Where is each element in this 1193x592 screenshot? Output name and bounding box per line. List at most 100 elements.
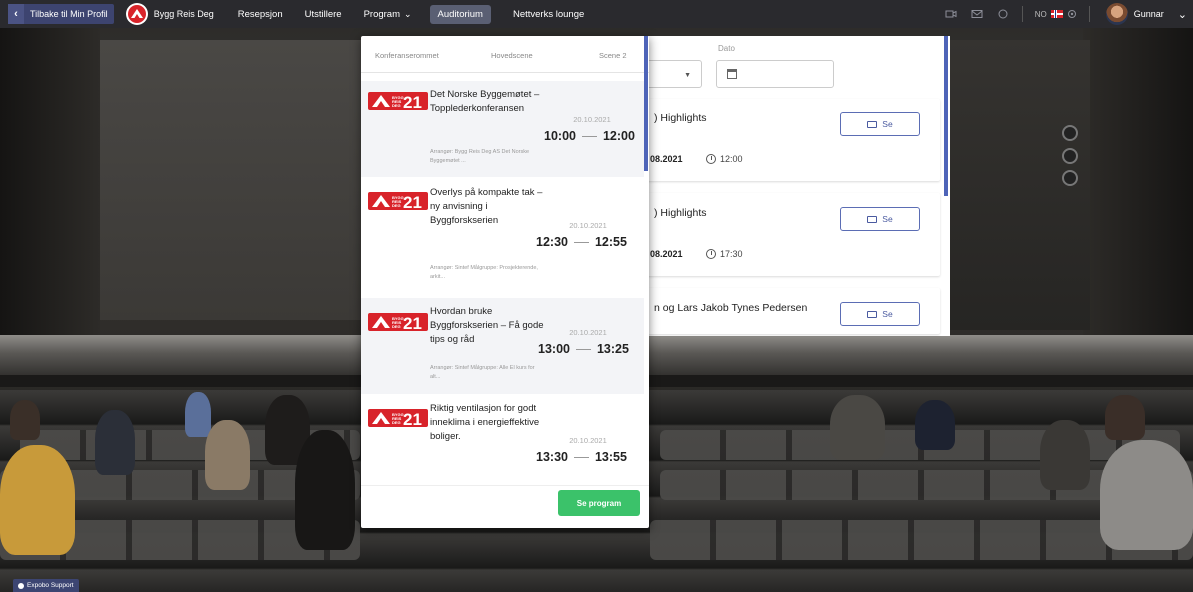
program-scrollbar[interactable] — [944, 36, 948, 196]
right-wall — [1083, 28, 1193, 368]
nav-program[interactable]: Program ⌄ — [364, 9, 412, 20]
session-date: 20.10.2021 — [569, 328, 607, 337]
program-card-date: 08.2021 — [650, 154, 683, 164]
camera-icon — [867, 310, 878, 318]
svg-text:21: 21 — [403, 193, 422, 212]
divider — [1021, 6, 1023, 22]
mail-icon[interactable] — [971, 8, 983, 20]
program-card: n og Lars Jakob Tynes Pedersen Se — [630, 288, 940, 334]
bygg-reis-deg-logo: BYGG REIS DEG 21 — [368, 408, 428, 429]
audience-member — [1105, 395, 1145, 440]
svg-text:DEG: DEG — [392, 420, 401, 425]
stage-select[interactable]: ▼ — [640, 60, 702, 88]
camera-icon — [867, 215, 878, 223]
program-card-date: 08.2021 — [650, 249, 683, 259]
bygg-reis-deg-logo: BYGG REIS DEG 21 — [368, 91, 428, 112]
audience-member — [1040, 420, 1090, 490]
program-card-title: ) Highlights — [654, 207, 707, 219]
bygg-reis-deg-logo-icon — [125, 3, 148, 25]
audience-member — [0, 445, 75, 555]
session-item[interactable]: BYGG REIS DEG 21 Overlys på kompakte tak… — [361, 179, 644, 280]
chevron-down-icon: ⌄ — [404, 8, 412, 19]
audience-member — [295, 430, 355, 550]
brand[interactable]: Bygg Reis Deg — [125, 3, 214, 25]
program-card-title: n og Lars Jakob Tynes Pedersen — [654, 302, 808, 314]
tab-hovedscene[interactable]: Hovedscene — [491, 51, 533, 60]
audience-member — [915, 400, 955, 450]
bygg-reis-deg-logo: BYGG REIS DEG 21 — [368, 312, 428, 333]
program-card-time: 12:00 — [706, 154, 743, 164]
session-title: Det Norske Byggemøtet – Topplederkonfera… — [430, 89, 540, 114]
session-item[interactable]: BYGG REIS DEG 21 Det Norske Byggemøtet –… — [361, 81, 644, 177]
date-input[interactable] — [716, 60, 834, 88]
svg-text:DEG: DEG — [392, 203, 401, 208]
dropdown-scrollbar[interactable] — [644, 36, 648, 171]
date-label: Dato — [718, 44, 735, 53]
watch-button[interactable]: Se — [840, 207, 920, 231]
session-date: 20.10.2021 — [573, 115, 611, 124]
session-item[interactable]: BYGG REIS DEG 21 Riktig ventilasjon for … — [361, 394, 644, 490]
audience-member — [205, 420, 250, 490]
divider — [1088, 6, 1090, 22]
auditorium-dropdown: Konferanserommet Hovedscene Scene 2 BYGG… — [361, 36, 649, 528]
svg-text:21: 21 — [403, 314, 422, 333]
program-card-title: ) Highlights — [654, 112, 707, 124]
support-button[interactable]: Expobo Support — [13, 579, 79, 592]
stage-tabs: Konferanserommet Hovedscene Scene 2 — [361, 36, 649, 73]
chevron-down-icon: ▼ — [684, 72, 691, 79]
avatar — [1105, 3, 1128, 25]
nav-utstillere[interactable]: Utstillere — [305, 9, 342, 20]
left-wall — [0, 28, 100, 368]
dropdown-footer-divider — [361, 485, 649, 486]
watch-button[interactable]: Se — [840, 112, 920, 136]
session-item[interactable]: BYGG REIS DEG 21 Hvordan bruke Byggforsk… — [361, 298, 644, 394]
session-organizer: Arrangør: Sintef Målgruppe: Alle El kurs… — [430, 365, 535, 380]
tab-scene-2[interactable]: Scene 2 — [599, 51, 627, 60]
camera-icon — [867, 120, 878, 128]
user-menu[interactable]: Gunnar ⌄ — [1105, 3, 1193, 25]
bell-icon[interactable] — [997, 8, 1009, 20]
nav-nettverks-lounge[interactable]: Nettverks lounge — [513, 9, 584, 20]
camera-icon[interactable] — [945, 8, 957, 20]
tab-konferanserommet[interactable]: Konferanserommet — [375, 51, 439, 60]
chevron-left-icon: ‹ — [8, 4, 24, 24]
top-navigation-bar: ‹ Tilbake til Min Profil Bygg Reis Deg R… — [0, 0, 1193, 28]
audience-member — [185, 392, 211, 437]
session-organizer: Arrangør: Sintef Målgruppe: Prosjekteren… — [430, 265, 538, 280]
session-title: Hvordan bruke Byggforskserien – Få gode … — [430, 306, 544, 345]
session-times: 10:00 12:00 — [544, 129, 635, 143]
program-card: ) Highlights 08.2021 17:30 Se — [630, 193, 940, 276]
session-date: 20.10.2021 — [569, 221, 607, 230]
speaker-icon — [1062, 125, 1078, 141]
back-to-profile-button[interactable]: ‹ Tilbake til Min Profil — [8, 4, 114, 24]
svg-text:DEG: DEG — [392, 324, 401, 329]
topbar-right: NO Gunnar ⌄ — [938, 0, 1193, 28]
session-times: 13:30 13:55 — [536, 450, 627, 464]
program-card-time: 17:30 — [706, 249, 743, 259]
audience-member — [830, 395, 885, 460]
clock-icon — [706, 249, 716, 259]
bygg-reis-deg-logo: BYGG REIS DEG 21 — [368, 191, 428, 212]
audience-member — [10, 400, 40, 440]
see-program-button[interactable]: Se program — [558, 490, 640, 516]
svg-text:21: 21 — [403, 410, 422, 429]
nav-resepsjon[interactable]: Resepsjon — [238, 9, 283, 20]
language-switcher[interactable]: NO — [1035, 9, 1077, 19]
session-title: Riktig ventilasjon for godt inneklima i … — [430, 403, 540, 442]
session-times: 13:00 13:25 — [538, 342, 629, 356]
session-organizer: Arrangør: Bygg Reis Deg AS Det Norske By… — [430, 149, 530, 164]
support-icon — [18, 582, 24, 589]
nav-auditorium[interactable]: Auditorium — [429, 4, 491, 24]
calendar-icon — [727, 69, 737, 79]
chevron-down-icon: ⌄ — [1177, 8, 1187, 21]
watch-button[interactable]: Se — [840, 302, 920, 326]
clock-icon — [706, 154, 716, 164]
session-times: 12:30 12:55 — [536, 235, 627, 249]
norway-flag-icon — [1050, 10, 1063, 18]
audience-member — [95, 410, 135, 475]
brand-name: Bygg Reis Deg — [153, 9, 214, 19]
left-wall-panel — [100, 40, 365, 320]
audience-member — [1100, 440, 1193, 550]
session-date: 20.10.2021 — [569, 436, 607, 445]
user-name: Gunnar — [1133, 9, 1164, 19]
